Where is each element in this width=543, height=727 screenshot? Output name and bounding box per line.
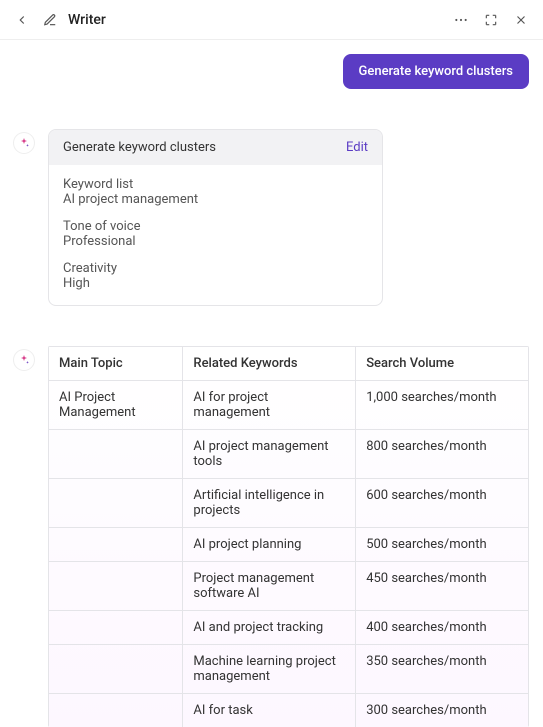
more-icon[interactable] (451, 10, 471, 30)
table-cell: AI for task (183, 694, 356, 727)
prompt-card-body: Keyword list AI project management Tone … (49, 165, 382, 305)
field-value: AI project management (63, 192, 368, 207)
close-icon[interactable] (511, 10, 531, 30)
table-row: AI and project tracking400 searches/mont… (49, 611, 529, 645)
field-creativity: Creativity High (63, 261, 368, 291)
field-tone: Tone of voice Professional (63, 219, 368, 249)
table-cell: AI project manage­ment tools (183, 430, 356, 479)
table-row: AI project planning500 searches/month (49, 528, 529, 562)
field-keyword-list: Keyword list AI project management (63, 177, 368, 207)
col-related-keywords: Related Keywords (183, 347, 356, 381)
sparkle-icon (14, 133, 34, 153)
table-cell: AI for project management (183, 381, 356, 430)
table-cell: 400 searches/month (356, 611, 529, 645)
table-cell (49, 430, 183, 479)
field-value: High (63, 276, 368, 291)
table-cell: AI Project Management (49, 381, 183, 430)
back-icon[interactable] (12, 10, 32, 30)
table-row: Project management software AI450 search… (49, 562, 529, 611)
table-cell (49, 694, 183, 727)
content: Generate keyword clusters Generate keywo… (0, 40, 543, 727)
field-label: Keyword list (63, 177, 368, 192)
table-cell: 450 searches/month (356, 562, 529, 611)
table-cell: 500 searches/month (356, 528, 529, 562)
field-label: Tone of voice (63, 219, 368, 234)
table-row: AI project manage­ment tools800 searches… (49, 430, 529, 479)
table-cell: 800 searches/month (356, 430, 529, 479)
table-cell: AI project planning (183, 528, 356, 562)
header-right (451, 10, 531, 30)
table-cell: 1,000 searches/month (356, 381, 529, 430)
prompt-card-header: Generate keyword clusters Edit (49, 130, 382, 165)
user-message-row: Generate keyword clusters (14, 54, 529, 89)
table-row: Machine learning project management350 s… (49, 645, 529, 694)
table-cell: Artificial intelligence in projects (183, 479, 356, 528)
header-left: Writer (12, 10, 106, 30)
table-cell (49, 645, 183, 694)
table-row: Artificial intelligence in projects600 s… (49, 479, 529, 528)
table-cell (49, 562, 183, 611)
page-title: Writer (68, 12, 106, 28)
table-row: AI for task300 searches/month (49, 694, 529, 727)
expand-icon[interactable] (481, 10, 501, 30)
table-cell: Machine learning project management (183, 645, 356, 694)
pencil-icon[interactable] (40, 10, 60, 30)
prompt-card-title: Generate keyword clusters (63, 140, 216, 155)
table-header-row: Main Topic Related Keywords Search Volum… (49, 347, 529, 381)
results-table: Main Topic Related Keywords Search Volum… (48, 346, 529, 727)
user-message-bubble: Generate keyword clusters (343, 54, 529, 89)
table-row: AI Project ManagementAI for project mana… (49, 381, 529, 430)
header: Writer (0, 0, 543, 40)
table-cell (49, 528, 183, 562)
table-cell (49, 611, 183, 645)
table-cell: AI and project tracking (183, 611, 356, 645)
sparkle-icon (14, 350, 34, 370)
field-value: Professional (63, 234, 368, 249)
prompt-card: Generate keyword clusters Edit Keyword l… (48, 129, 383, 306)
table-cell: 350 searches/month (356, 645, 529, 694)
col-main-topic: Main Topic (49, 347, 183, 381)
results-table-container: Main Topic Related Keywords Search Volum… (48, 346, 529, 727)
assistant-block-card: Generate keyword clusters Edit Keyword l… (14, 129, 529, 306)
assistant-block-table: Main Topic Related Keywords Search Volum… (14, 346, 529, 727)
table-cell: 600 searches/month (356, 479, 529, 528)
table-cell: Project management software AI (183, 562, 356, 611)
edit-link[interactable]: Edit (346, 140, 368, 155)
col-search-volume: Search Volume (356, 347, 529, 381)
field-label: Creativity (63, 261, 368, 276)
table-cell (49, 479, 183, 528)
table-cell: 300 searches/month (356, 694, 529, 727)
